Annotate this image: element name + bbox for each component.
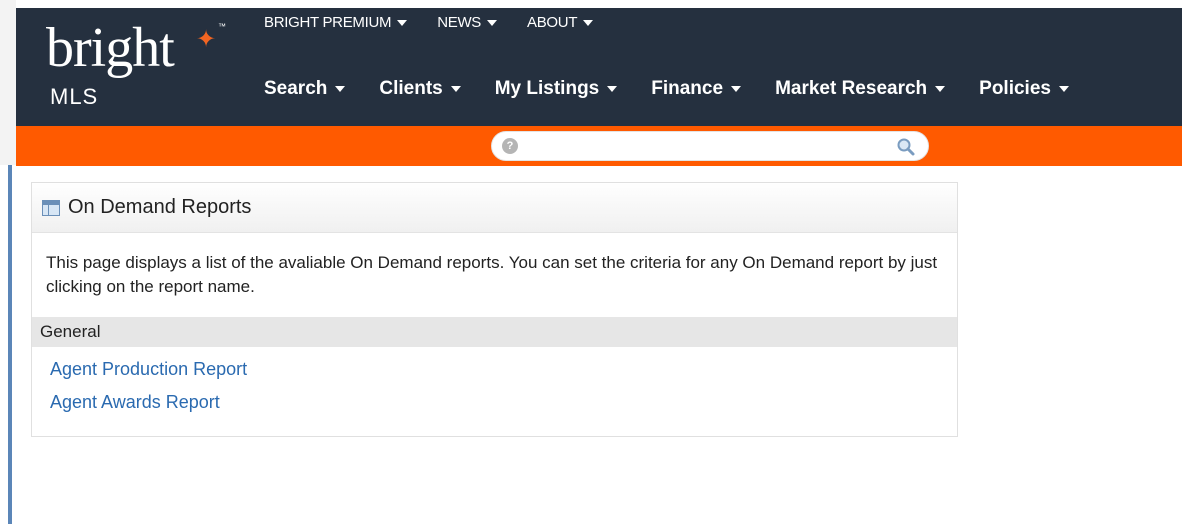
- chevron-down-icon: [450, 86, 461, 92]
- report-link-agent-production[interactable]: Agent Production Report: [50, 353, 957, 386]
- logo-mls: MLS: [50, 84, 99, 109]
- nav-market-research[interactable]: Market Research: [775, 78, 946, 100]
- topnav-label: BRIGHT PREMIUM: [264, 14, 392, 31]
- window-edge: [0, 0, 16, 165]
- nav-label: Policies: [979, 78, 1051, 99]
- panel-header: On Demand Reports: [32, 183, 957, 233]
- nav-label: Market Research: [775, 78, 928, 99]
- chevron-down-icon: [487, 19, 498, 26]
- chevron-down-icon: [935, 86, 946, 92]
- chevron-down-icon: [397, 19, 408, 26]
- nav-my-listings[interactable]: My Listings: [495, 78, 618, 100]
- search-input[interactable]: [526, 136, 886, 158]
- nav-search[interactable]: Search: [264, 78, 346, 100]
- help-icon[interactable]: ?: [502, 138, 518, 154]
- nav-label: My Listings: [494, 78, 600, 99]
- chevron-down-icon: [583, 19, 594, 26]
- nav-label: Search: [264, 78, 328, 99]
- window-border: [8, 165, 12, 524]
- top-nav: BRIGHT PREMIUM NEWS ABOUT: [264, 14, 594, 31]
- panel-description: This page displays a list of the avaliab…: [46, 253, 938, 296]
- nav-finance[interactable]: Finance: [651, 78, 742, 100]
- topnav-label: NEWS: [437, 14, 482, 31]
- section-general: General: [32, 317, 957, 347]
- logo-word: bright: [46, 17, 175, 79]
- search-box: ?: [491, 131, 929, 161]
- site-header: bright ✦ ™ MLS BRIGHT PREMIUM NEWS ABOUT…: [16, 8, 1182, 126]
- logo-trademark: ™: [218, 22, 226, 31]
- topnav-label: ABOUT: [527, 14, 578, 31]
- nav-label: Clients: [379, 78, 443, 99]
- nav-clients[interactable]: Clients: [379, 78, 461, 100]
- chevron-down-icon: [335, 86, 346, 92]
- chevron-down-icon: [1058, 86, 1069, 92]
- report-link-agent-awards[interactable]: Agent Awards Report: [50, 386, 957, 419]
- search-icon[interactable]: [896, 137, 916, 157]
- bright-mls-logo[interactable]: bright ✦ ™ MLS: [46, 18, 226, 118]
- on-demand-reports-panel: On Demand Reports This page displays a l…: [31, 182, 958, 437]
- chevron-down-icon: [731, 86, 742, 92]
- logo-star-icon: ✦: [196, 26, 217, 53]
- report-icon: [42, 199, 60, 216]
- nav-label: Finance: [651, 78, 724, 99]
- chevron-down-icon: [607, 86, 618, 92]
- topnav-news[interactable]: NEWS: [437, 14, 498, 31]
- page-title: On Demand Reports: [68, 196, 252, 218]
- topnav-bright-premium[interactable]: BRIGHT PREMIUM: [264, 14, 408, 31]
- search-bar: ?: [16, 126, 1182, 166]
- topnav-about[interactable]: ABOUT: [527, 14, 594, 31]
- report-list: Agent Production Report Agent Awards Rep…: [32, 347, 957, 419]
- main-nav: Search Clients My Listings Finance Marke…: [264, 78, 1069, 100]
- nav-policies[interactable]: Policies: [979, 78, 1069, 100]
